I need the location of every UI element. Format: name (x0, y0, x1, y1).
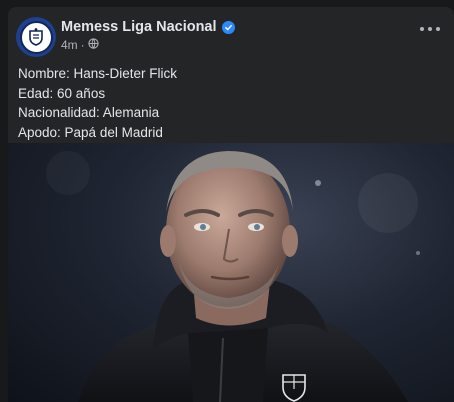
post-line-nickname: Apodo: Papá del Madrid (18, 124, 163, 140)
post-text: Nombre: Hans-Dieter Flick Edad: 60 años … (18, 64, 438, 142)
verified-badge-icon (221, 20, 235, 34)
more-options-icon[interactable] (420, 23, 440, 35)
feed-post: Memess Liga Nacional 4m · Nombre: Hans-D… (8, 7, 454, 402)
globe-icon[interactable] (88, 38, 99, 52)
post-timestamp[interactable]: 4m (61, 38, 78, 52)
more-dot (420, 27, 424, 31)
post-photo[interactable] (8, 143, 454, 402)
page-avatar[interactable] (16, 17, 56, 57)
post-line-nationality: Nacionalidad: Alemania (18, 105, 160, 120)
page-name[interactable]: Memess Liga Nacional (61, 19, 217, 35)
post-meta: 4m · (61, 38, 99, 52)
post-line-age: Edad: 60 años (18, 85, 106, 101)
club-crest-icon (19, 20, 53, 54)
page-name-link[interactable]: Memess Liga Nacional (61, 19, 235, 35)
more-dot (428, 27, 432, 31)
post-line-name: Nombre: Hans-Dieter Flick (18, 66, 178, 81)
more-dot (436, 27, 440, 31)
meta-separator: · (80, 38, 85, 52)
